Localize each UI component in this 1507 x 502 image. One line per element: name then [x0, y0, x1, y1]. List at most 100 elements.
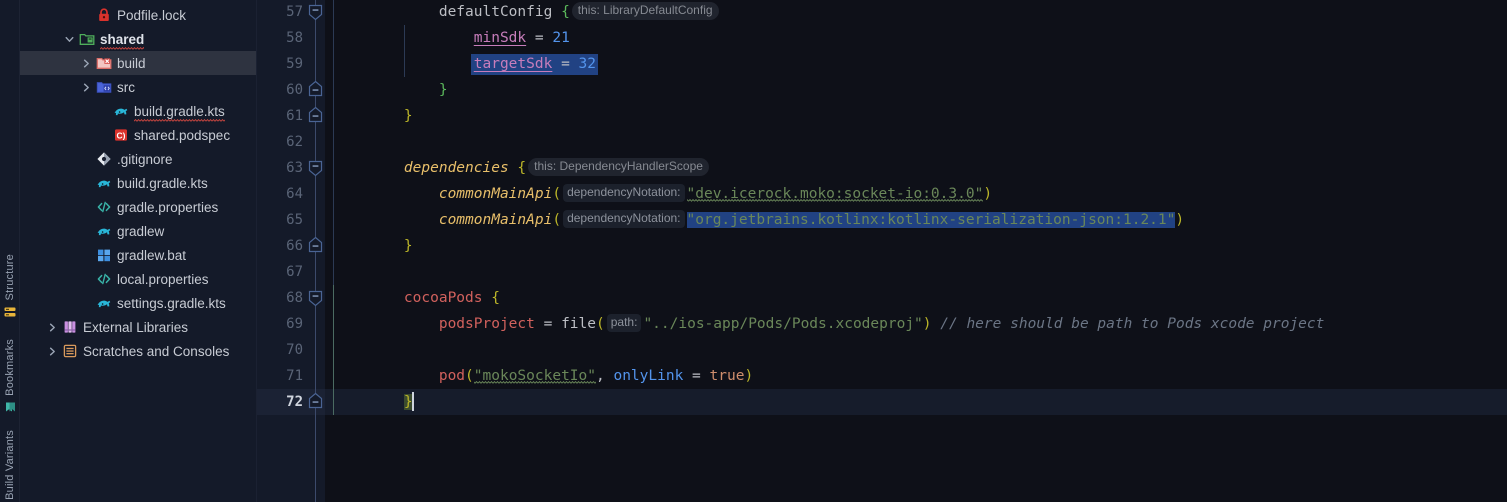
tree-item-gradle-properties[interactable]: gradle.properties [20, 195, 256, 219]
code-line[interactable]: commonMainApi(dependencyNotation: "org.je… [369, 207, 1507, 233]
code-line[interactable]: defaultConfig {this: LibraryDefaultConfi… [369, 0, 1507, 25]
line-number: 59 [286, 56, 303, 72]
code-line[interactable]: } [369, 103, 1507, 129]
code-line[interactable]: dependencies {this: DependencyHandlerSco… [369, 155, 1507, 181]
code-line[interactable] [369, 129, 1507, 155]
project-tree-panel[interactable]: Podfile.lock shared build src build.gradle.k… [20, 0, 257, 502]
receiver-type-hint[interactable]: this: LibraryDefaultConfig [571, 2, 719, 20]
line-number: 58 [286, 30, 303, 46]
code-token: 32 [578, 56, 597, 72]
tree-item-scratches-and-consoles[interactable]: Scratches and Consoles [20, 339, 256, 363]
line-number: 57 [286, 4, 303, 20]
code-token: onlyLink [613, 368, 684, 384]
tool-label-bookmarks: Bookmarks [4, 339, 16, 396]
code-token: // here should be path to Pods xcode pro… [940, 316, 1325, 332]
tree-item-label: build.gradle.kts [134, 104, 225, 122]
error-squiggle [100, 46, 145, 50]
receiver-type-hint[interactable]: this: DependencyHandlerScope [528, 158, 709, 176]
code-token: } [403, 108, 413, 124]
code-line[interactable]: podsProject = file(path: "../ios-app/Pods… [369, 311, 1507, 337]
chevron-right-icon[interactable] [80, 57, 93, 70]
line-number: 67 [286, 264, 303, 280]
code-line[interactable]: } [369, 233, 1507, 259]
tree-item-label: Scratches and Consoles [83, 343, 230, 359]
code-token: ( [552, 186, 562, 202]
code-line[interactable] [369, 337, 1507, 363]
tree-item-gradlew-bat[interactable]: gradlew.bat [20, 243, 256, 267]
structure-icon [4, 305, 16, 323]
parameter-hint[interactable]: path: [606, 314, 642, 332]
fold-region-end-icon[interactable] [308, 392, 323, 414]
text-caret [411, 391, 414, 411]
line-number: 60 [286, 82, 303, 98]
code-line[interactable]: targetSdk = 32 [369, 51, 1507, 77]
tree-item-build-gradle-kts[interactable]: build.gradle.kts [20, 171, 256, 195]
tree-item-gitignore[interactable]: .gitignore [20, 147, 256, 171]
gradle-icon [112, 103, 129, 119]
code-line[interactable]: cocoaPods { [369, 285, 1507, 311]
excluded-folder-icon [95, 55, 112, 71]
code-editor[interactable]: 57 58 59 60 61 62 63 64 65 66 67 68 69 70 71 72 default… [257, 0, 1507, 502]
bookmarks-icon [4, 401, 17, 419]
parameter-hint[interactable]: dependencyNotation: [563, 184, 685, 202]
code-token: ) [922, 316, 932, 332]
tree-item-shared[interactable]: shared [20, 27, 256, 51]
chevron-right-icon[interactable] [80, 81, 93, 94]
lock-icon [95, 7, 112, 23]
code-token: podsProject [438, 316, 535, 332]
chevron-right-icon[interactable] [46, 345, 59, 358]
tool-button-structure[interactable]: Structure [0, 254, 20, 323]
git-icon [95, 151, 112, 167]
gradle-icon [95, 223, 112, 239]
chevron-down-icon[interactable] [63, 33, 76, 46]
code-token: pod [438, 368, 466, 384]
code-line[interactable]: } [369, 77, 1507, 103]
tree-item-label: local.properties [117, 271, 209, 287]
code-token: { [561, 4, 570, 20]
tree-item-gradlew[interactable]: gradlew [20, 219, 256, 243]
tree-item-external-libraries[interactable]: External Libraries [20, 315, 256, 339]
fold-region-start-icon[interactable] [308, 4, 323, 26]
code-token: ( [596, 316, 605, 332]
tree-item-label: External Libraries [83, 319, 189, 335]
fold-region-end-icon[interactable] [308, 236, 323, 258]
code-token: ) [1175, 212, 1185, 228]
xml-icon [95, 271, 112, 287]
code-line[interactable] [369, 259, 1507, 285]
parameter-hint[interactable]: dependencyNotation: [563, 210, 685, 228]
fold-region-start-icon[interactable] [308, 290, 323, 312]
code-token: { [491, 290, 500, 306]
tree-item-shared-podspec[interactable]: C) shared.podspec [20, 123, 256, 147]
tree-item-build-gradle-kts[interactable]: build.gradle.kts [20, 99, 256, 123]
tree-item-podfile-lock[interactable]: Podfile.lock [20, 3, 256, 27]
code-line[interactable]: commonMainApi(dependencyNotation: "dev.ic… [369, 181, 1507, 207]
fold-region-start-icon[interactable] [308, 160, 323, 182]
fold-region-end-icon[interactable] [308, 106, 323, 128]
svg-text:C): C) [116, 130, 125, 140]
tree-item-label: gradlew.bat [117, 247, 187, 263]
chevron-right-icon[interactable] [46, 321, 59, 334]
indent-guide [333, 285, 334, 415]
tree-item-src[interactable]: src [20, 75, 256, 99]
tree-item-build[interactable]: build [20, 51, 256, 75]
code-line[interactable]: minSdk = 21 [369, 25, 1507, 51]
tree-item-local-properties[interactable]: local.properties [20, 267, 256, 291]
tool-button-bookmarks[interactable]: Bookmarks [0, 339, 20, 419]
tool-button-build-variants[interactable]: Build Variants [0, 430, 20, 500]
fold-region-end-icon[interactable] [308, 80, 323, 102]
tree-item-settings-gradle-kts[interactable]: settings.gradle.kts [20, 291, 256, 315]
code-token: ) [983, 186, 993, 202]
code-token: } [403, 238, 413, 254]
tool-label-structure: Structure [4, 254, 16, 301]
code-line[interactable]: } [369, 389, 1507, 415]
line-number: 65 [286, 212, 303, 228]
code-line[interactable]: pod("mokoSocketIo", onlyLink = true) [369, 363, 1507, 389]
tool-label-build-variants: Build Variants [4, 430, 16, 500]
line-number: 69 [286, 316, 303, 332]
